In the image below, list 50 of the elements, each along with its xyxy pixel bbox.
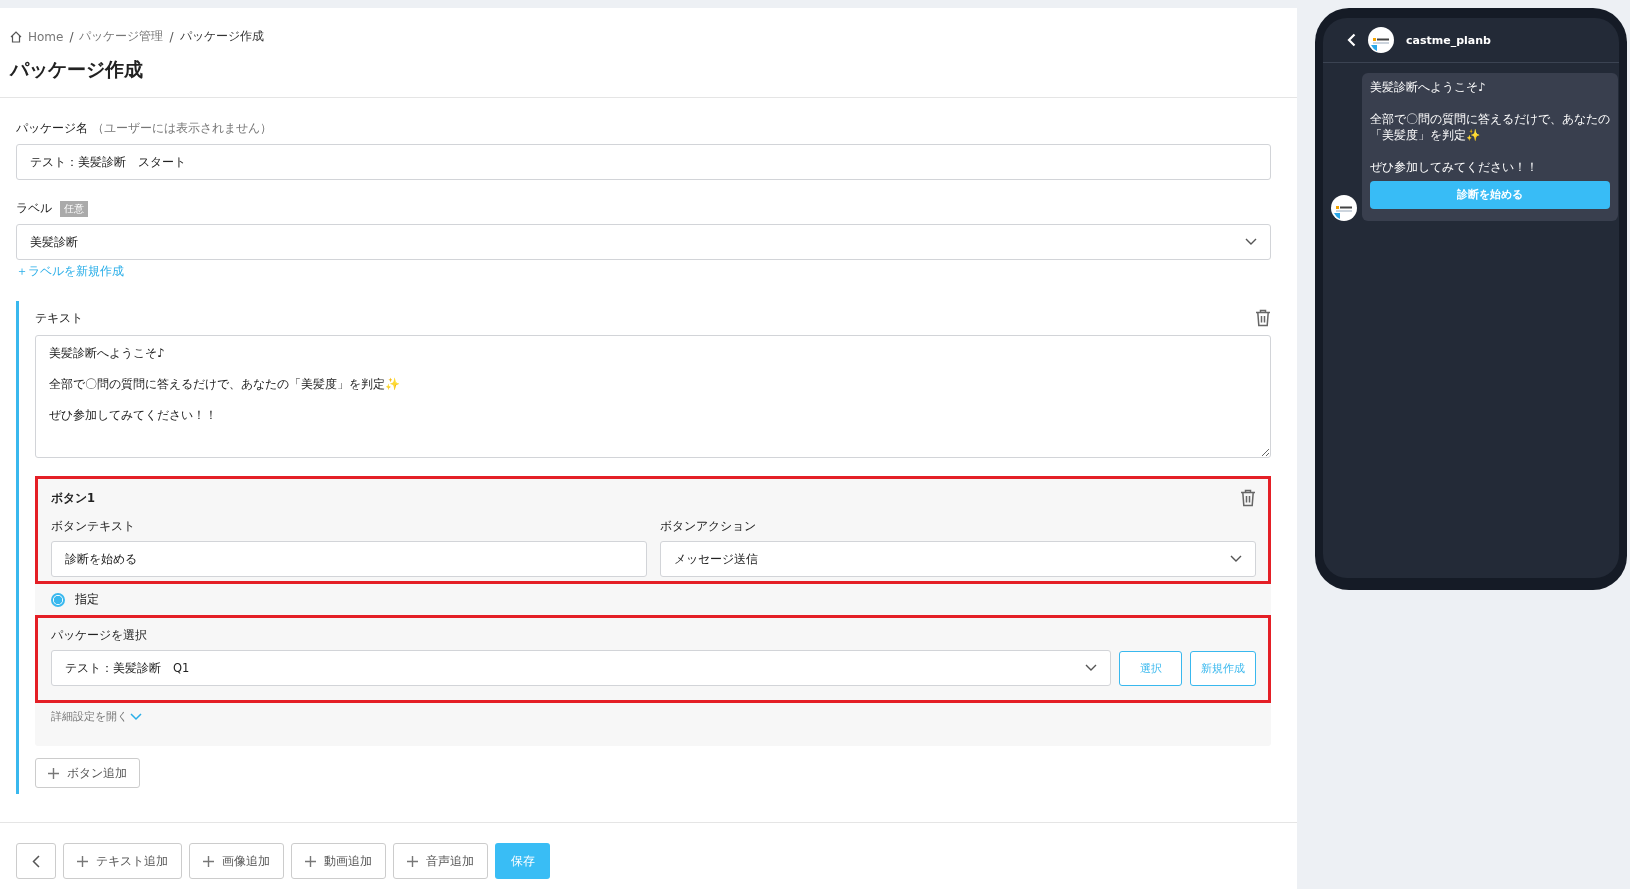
breadcrumb-separator: / xyxy=(69,29,74,44)
back-button[interactable] xyxy=(16,843,56,879)
add-content-button[interactable]: 画像追加 xyxy=(189,843,284,879)
plus-icon xyxy=(48,767,59,779)
add-content-button[interactable]: テキスト追加 xyxy=(63,843,182,879)
field-label: ラベル xyxy=(16,200,52,217)
label-select[interactable]: 美髪診断 xyxy=(16,224,1271,260)
radio-label: 指定 xyxy=(75,592,99,607)
breadcrumb-link[interactable]: Home xyxy=(28,29,64,44)
plus-icon xyxy=(77,855,88,867)
trash-icon[interactable] xyxy=(1255,309,1271,327)
message-text: ぜひ参加してみてください！！ xyxy=(1370,159,1538,175)
chevron-down-icon xyxy=(1230,555,1242,563)
add-content-button[interactable]: 音声追加 xyxy=(393,843,488,879)
field-label: ボタンアクション xyxy=(660,519,757,534)
chevron-left-icon xyxy=(32,854,40,868)
details-toggle[interactable]: 詳細設定を開く xyxy=(51,709,142,724)
home-icon[interactable] xyxy=(10,30,22,43)
add-button-button[interactable]: ボタン追加 xyxy=(35,758,140,788)
field-hint: （ユーザーには表示されません） xyxy=(92,120,272,137)
page-title: パッケージ作成 xyxy=(10,57,144,82)
field-label: パッケージを選択 xyxy=(51,628,148,643)
chevron-down-icon xyxy=(1085,664,1097,672)
back-icon[interactable] xyxy=(1347,33,1356,47)
radio-button[interactable] xyxy=(51,592,65,607)
block-label: テキスト xyxy=(35,310,83,326)
message-text: 「美髪度」を判定✨ xyxy=(1370,127,1480,143)
account-name: castme_planb xyxy=(1406,33,1491,47)
field-label: パッケージ名 xyxy=(16,120,88,137)
plus-icon xyxy=(203,855,214,867)
package-name-field[interactable]: テスト：美髪診断 スタート xyxy=(16,144,1271,180)
trash-icon[interactable] xyxy=(1240,489,1256,507)
avatar-icon xyxy=(1331,195,1357,221)
message-text-field[interactable]: 美髪診断へようこそ♪ 全部で〇問の質問に答えるだけで、あなたの「美髪度」を判定✨ ぜひ参加してみてください！！ xyxy=(35,335,1271,458)
breadcrumb-separator: / xyxy=(169,29,174,44)
button-text-field[interactable]: 診断を始める xyxy=(51,541,647,577)
add-content-button[interactable]: 動画追加 xyxy=(291,843,386,879)
plus-icon xyxy=(407,855,418,867)
package-select[interactable]: テスト：美髪診断 Q1 xyxy=(51,650,1111,686)
button-action-select[interactable]: メッセージ送信 xyxy=(660,541,1256,577)
optional-badge: 任意 xyxy=(60,200,88,217)
avatar-icon xyxy=(1368,27,1394,53)
message-text: 全部で〇問の質問に答えるだけで、あなたの xyxy=(1370,111,1610,127)
button-title: ボタン1 xyxy=(51,490,95,506)
chevron-down-icon xyxy=(130,712,142,721)
field-label: ボタンテキスト xyxy=(51,519,136,534)
breadcrumb-link[interactable]: パッケージ管理 xyxy=(79,28,164,45)
chevron-down-icon xyxy=(1245,238,1257,246)
message-text: 美髪診断へようこそ♪ xyxy=(1370,79,1486,95)
plus-icon xyxy=(305,855,316,867)
